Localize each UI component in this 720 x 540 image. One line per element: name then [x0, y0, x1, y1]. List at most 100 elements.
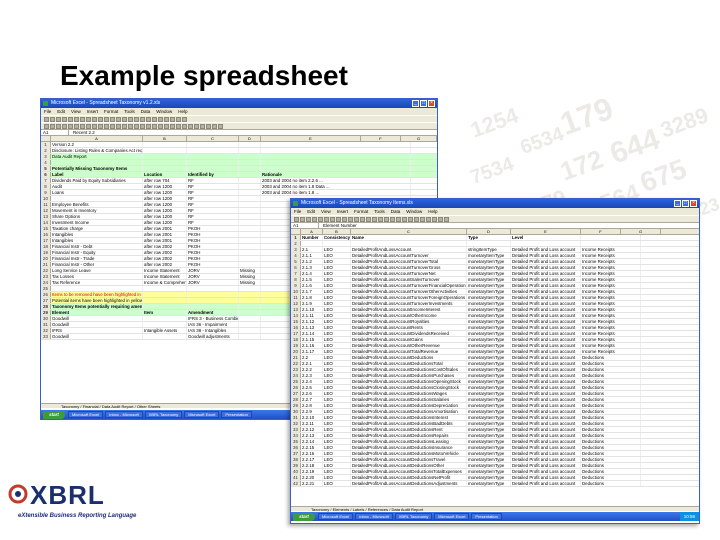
- row-number[interactable]: 25: [41, 286, 51, 291]
- cell[interactable]: [467, 241, 511, 246]
- cell[interactable]: Detailed Profit and Loss account: [511, 283, 581, 288]
- cell[interactable]: [239, 184, 261, 189]
- cell[interactable]: Missing: [239, 274, 261, 279]
- cell[interactable]: Financial Instr - Other: [51, 262, 143, 267]
- row-number[interactable]: 18: [291, 337, 301, 342]
- cell[interactable]: Income Receipts: [581, 259, 641, 264]
- cell[interactable]: Detailed Profit and Loss account: [511, 247, 581, 252]
- cell[interactable]: monetaryItemType: [467, 271, 511, 276]
- cell[interactable]: LEO: [323, 331, 351, 336]
- cell[interactable]: IAS 38 - Intangibles: [187, 328, 239, 333]
- row-number[interactable]: 1: [291, 235, 301, 240]
- cell[interactable]: LEO: [323, 355, 351, 360]
- cell[interactable]: Detailed Profit and Loss account: [511, 379, 581, 384]
- cell[interactable]: LEO: [323, 421, 351, 426]
- cell[interactable]: LEO: [323, 343, 351, 348]
- toolbar-button-icon[interactable]: [194, 124, 199, 129]
- cell[interactable]: PKOH: [187, 244, 239, 249]
- toolbar-button-icon[interactable]: [176, 124, 181, 129]
- cell[interactable]: Deductions: [581, 421, 641, 426]
- formula-input[interactable]: Recent 2.2: [73, 130, 95, 135]
- cell[interactable]: LEO: [323, 445, 351, 450]
- cell[interactable]: 2.1.7: [301, 289, 323, 294]
- row-number[interactable]: 12: [291, 301, 301, 306]
- cell[interactable]: [239, 148, 261, 153]
- cell[interactable]: Taxation charge: [51, 226, 143, 231]
- toolbar-button-icon[interactable]: [68, 124, 73, 129]
- cell[interactable]: Intangibles: [51, 232, 143, 237]
- row-number[interactable]: 10: [41, 196, 51, 201]
- cell[interactable]: LEO: [323, 271, 351, 276]
- cell[interactable]: Deductions: [581, 391, 641, 396]
- cell[interactable]: [239, 292, 261, 297]
- cell[interactable]: Data Audit Report: [51, 154, 143, 159]
- formula-input[interactable]: Element Number: [323, 223, 357, 228]
- cell[interactable]: DetailedProfitAndLossAccountDividendsRec…: [351, 331, 467, 336]
- cell[interactable]: monetaryItemType: [467, 445, 511, 450]
- select-all-corner[interactable]: [41, 136, 51, 141]
- row-number[interactable]: 33: [41, 334, 51, 339]
- name-box[interactable]: A1: [293, 223, 319, 228]
- cell[interactable]: Consistency: [323, 235, 351, 240]
- cell[interactable]: Income Receipts: [581, 289, 641, 294]
- row-number[interactable]: 7: [291, 271, 301, 276]
- cell[interactable]: Detailed Profit and Loss account: [511, 307, 581, 312]
- cell[interactable]: [239, 232, 261, 237]
- cell[interactable]: DetailedProfitAndLossAccountDeductions: [351, 355, 467, 360]
- taskbar-task[interactable]: Presentation: [221, 411, 252, 418]
- cell[interactable]: [187, 304, 239, 309]
- taskbar-task[interactable]: Microsoft Excel: [68, 411, 104, 418]
- menu-item-view[interactable]: View: [321, 208, 331, 215]
- cell[interactable]: monetaryItemType: [467, 343, 511, 348]
- cell[interactable]: Potential items have been highlighted in…: [51, 298, 143, 303]
- toolbar-button-icon[interactable]: [294, 217, 299, 222]
- cell[interactable]: DetailedProfitAndLossAccountDeductionsTr…: [351, 457, 467, 462]
- column-header-d[interactable]: D: [239, 136, 261, 141]
- minimize-button[interactable]: _: [674, 200, 681, 207]
- cell[interactable]: Rationale: [261, 172, 411, 177]
- cell[interactable]: 2003 and 2004 no item 2.2.6 ...: [261, 178, 411, 183]
- cell[interactable]: Deductions: [581, 463, 641, 468]
- cell[interactable]: 2.2.7: [301, 397, 323, 402]
- toolbar-button-icon[interactable]: [200, 124, 205, 129]
- row-number[interactable]: 2: [291, 241, 301, 246]
- row-number[interactable]: 29: [41, 310, 51, 315]
- cell[interactable]: after row 1200: [143, 196, 187, 201]
- cell[interactable]: Income Receipts: [581, 325, 641, 330]
- cell[interactable]: [239, 142, 261, 147]
- cell[interactable]: DetailedProfitAndLossAccountDeductionsIn…: [351, 415, 467, 420]
- cell[interactable]: [187, 142, 239, 147]
- cell[interactable]: [261, 166, 411, 171]
- toolbar-button-icon[interactable]: [306, 217, 311, 222]
- cell[interactable]: LEO: [323, 337, 351, 342]
- cell[interactable]: 2.2.3: [301, 373, 323, 378]
- cell[interactable]: RF: [187, 202, 239, 207]
- row-number[interactable]: 6: [291, 265, 301, 270]
- row-number[interactable]: 6: [41, 172, 51, 177]
- row-number[interactable]: 28: [41, 304, 51, 309]
- cell[interactable]: Income Statement: [143, 268, 187, 273]
- taskbar-task[interactable]: Inbox - Microsoft: [355, 513, 393, 520]
- cell[interactable]: [143, 142, 187, 147]
- cell[interactable]: DetailedProfitAndLossAccountOtherIncome: [351, 313, 467, 318]
- cell[interactable]: Detailed Profit and Loss account: [511, 427, 581, 432]
- cell[interactable]: 2.2: [301, 355, 323, 360]
- cell[interactable]: after row 2002: [143, 256, 187, 261]
- toolbar-button-icon[interactable]: [50, 117, 55, 122]
- column-header-e[interactable]: E: [261, 136, 361, 141]
- cell[interactable]: Detailed Profit and Loss account: [511, 481, 581, 486]
- column-header-b[interactable]: B: [323, 229, 351, 234]
- cell[interactable]: Detailed Profit and Loss account: [511, 439, 581, 444]
- cell[interactable]: Deductions: [581, 397, 641, 402]
- row-number[interactable]: 34: [291, 433, 301, 438]
- cell[interactable]: monetaryItemType: [467, 451, 511, 456]
- cell[interactable]: [239, 316, 261, 321]
- cell[interactable]: LEO: [323, 409, 351, 414]
- cell[interactable]: Tax Losses: [51, 274, 143, 279]
- taskbar-task[interactable]: XBRL Taxonomy: [394, 513, 433, 520]
- cell[interactable]: Version 2.2: [51, 142, 143, 147]
- cell[interactable]: Income & Comprehensive: [143, 280, 187, 285]
- cell[interactable]: Deductions: [581, 451, 641, 456]
- row-number[interactable]: 30: [291, 409, 301, 414]
- row-number[interactable]: 1: [41, 142, 51, 147]
